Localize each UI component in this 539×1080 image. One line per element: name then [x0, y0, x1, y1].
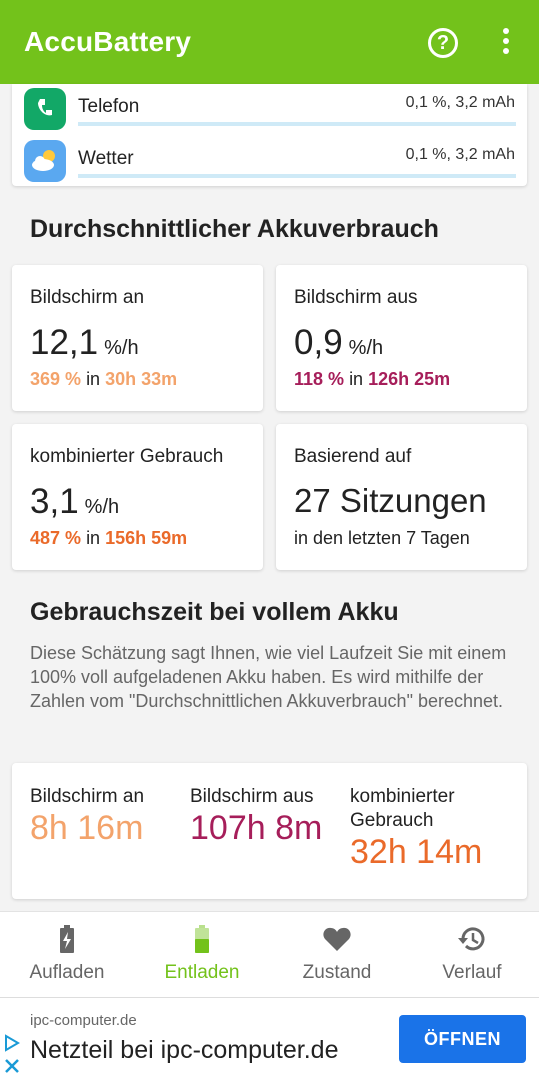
open-button[interactable]: ÖFFNEN: [399, 1015, 526, 1063]
rate-value: 3,1: [30, 482, 79, 521]
tab-label: Entladen: [164, 962, 240, 983]
section-title-average: Durchschnittlicher Akkuverbrauch: [30, 215, 439, 243]
card-based-on: Basierend auf 27 Sitzungen in den letzte…: [276, 424, 527, 570]
card-sub: 487 % in 156h 59m: [30, 528, 187, 549]
card-screen-off: Bildschirm aus 0,9 %/h 118 % in 126h 25m: [276, 265, 527, 411]
sessions-count: 27 Sitzungen: [294, 482, 487, 519]
history-icon: [457, 924, 487, 954]
card-label: kombinierter Gebrauch: [30, 446, 224, 467]
battery-charging-icon: [52, 924, 82, 954]
tab-aufladen[interactable]: Aufladen: [0, 912, 134, 998]
rate-value: 0,9: [294, 323, 343, 362]
card-value: 0,9 %/h: [294, 323, 383, 363]
rate-unit: %/h: [348, 337, 384, 359]
list-item-telefon[interactable]: Telefon 0,1 %, 3,2 mAh: [12, 88, 527, 136]
ad-headline[interactable]: Netzteil bei ipc-computer.de: [30, 1036, 338, 1065]
tab-label: Aufladen: [29, 962, 105, 983]
percent-value: 487 %: [30, 528, 82, 548]
card-label: Bildschirm an: [30, 287, 145, 308]
app-bar: AccuBattery ?: [0, 0, 539, 84]
ad-domain: ipc-computer.de: [30, 1012, 137, 1029]
usage-bar: [78, 174, 516, 178]
estimate-label: Bildschirm an: [30, 786, 145, 807]
estimate-value: 32h 14m: [350, 833, 483, 871]
description-text: Diese Schätzung sagt Ihnen, wie viel Lau…: [30, 643, 507, 711]
in-label: in: [349, 369, 364, 389]
app-title: AccuBattery: [24, 26, 192, 57]
card-combined: kombinierter Gebrauch 3,1 %/h 487 % in 15…: [12, 424, 263, 570]
bottom-navigation: Aufladen Entladen Zustand Verlauf: [0, 911, 539, 997]
ad-banner[interactable]: ipc-computer.de Netzteil bei ipc-compute…: [0, 997, 539, 1080]
app-name: Wetter: [78, 148, 134, 169]
app-usage-value: 0,1 %, 3,2 mAh: [405, 146, 515, 163]
estimate-value: 8h 16m: [30, 809, 144, 847]
card-full-battery-estimates: Bildschirm an 8h 16m Bildschirm aus 107h…: [12, 763, 527, 899]
estimate-combined: kombinierter Gebrauch 32h 14m: [350, 785, 510, 872]
rate-value: 12,1: [30, 323, 99, 362]
estimate-value: 107h 8m: [190, 809, 323, 847]
percent-value: 369 %: [30, 369, 82, 389]
estimate-screen-on: Bildschirm an 8h 16m: [30, 785, 144, 848]
battery-discharging-icon: [187, 924, 217, 954]
estimate-label: Bildschirm aus: [190, 786, 314, 807]
card-screen-on: Bildschirm an 12,1 %/h 369 % in 30h 33m: [12, 265, 263, 411]
usage-bar: [78, 122, 516, 126]
card-sub: 118 % in 126h 25m: [294, 369, 450, 390]
card-label: Basierend auf: [294, 446, 412, 467]
heart-icon: [322, 924, 352, 954]
estimate-screen-off: Bildschirm aus 107h 8m: [190, 785, 322, 848]
time-value: 30h 33m: [105, 369, 178, 389]
estimate-label: kombinierter Gebrauch: [350, 786, 455, 831]
app-usage-list: Telefon 0,1 %, 3,2 mAh Wetter 0,1 %, 3,2…: [12, 84, 527, 186]
weather-icon: [24, 140, 66, 182]
app-usage-value: 0,1 %, 3,2 mAh: [405, 94, 515, 111]
rate-unit: %/h: [84, 496, 120, 518]
phone-icon: [24, 88, 66, 130]
more-vert-icon[interactable]: [500, 28, 512, 58]
help-icon[interactable]: ?: [428, 28, 458, 58]
rate-unit: %/h: [104, 337, 139, 359]
list-item-wetter[interactable]: Wetter 0,1 %, 3,2 mAh: [12, 140, 527, 188]
time-value: 126h 25m: [368, 369, 451, 389]
card-value: 3,1 %/h: [30, 482, 119, 522]
tab-label: Verlauf: [442, 962, 502, 983]
tab-entladen[interactable]: Entladen: [135, 912, 269, 998]
app-name: Telefon: [78, 96, 140, 117]
in-label: in: [86, 528, 101, 548]
section-title-full-battery: Gebrauchszeit bei vollem Akku: [30, 598, 399, 626]
adchoices-icon[interactable]: [3, 1032, 21, 1076]
card-value: 12,1 %/h: [30, 323, 139, 363]
card-sub: in den letzten 7 Tagen: [294, 528, 470, 548]
card-label: Bildschirm aus: [294, 287, 418, 308]
in-label: in: [86, 369, 101, 389]
time-value: 156h 59m: [105, 528, 188, 548]
percent-value: 118 %: [294, 369, 345, 389]
card-sub: 369 % in 30h 33m: [30, 369, 177, 390]
tab-zustand[interactable]: Zustand: [270, 912, 404, 998]
tab-label: Zustand: [302, 962, 372, 983]
tab-verlauf[interactable]: Verlauf: [405, 912, 539, 998]
